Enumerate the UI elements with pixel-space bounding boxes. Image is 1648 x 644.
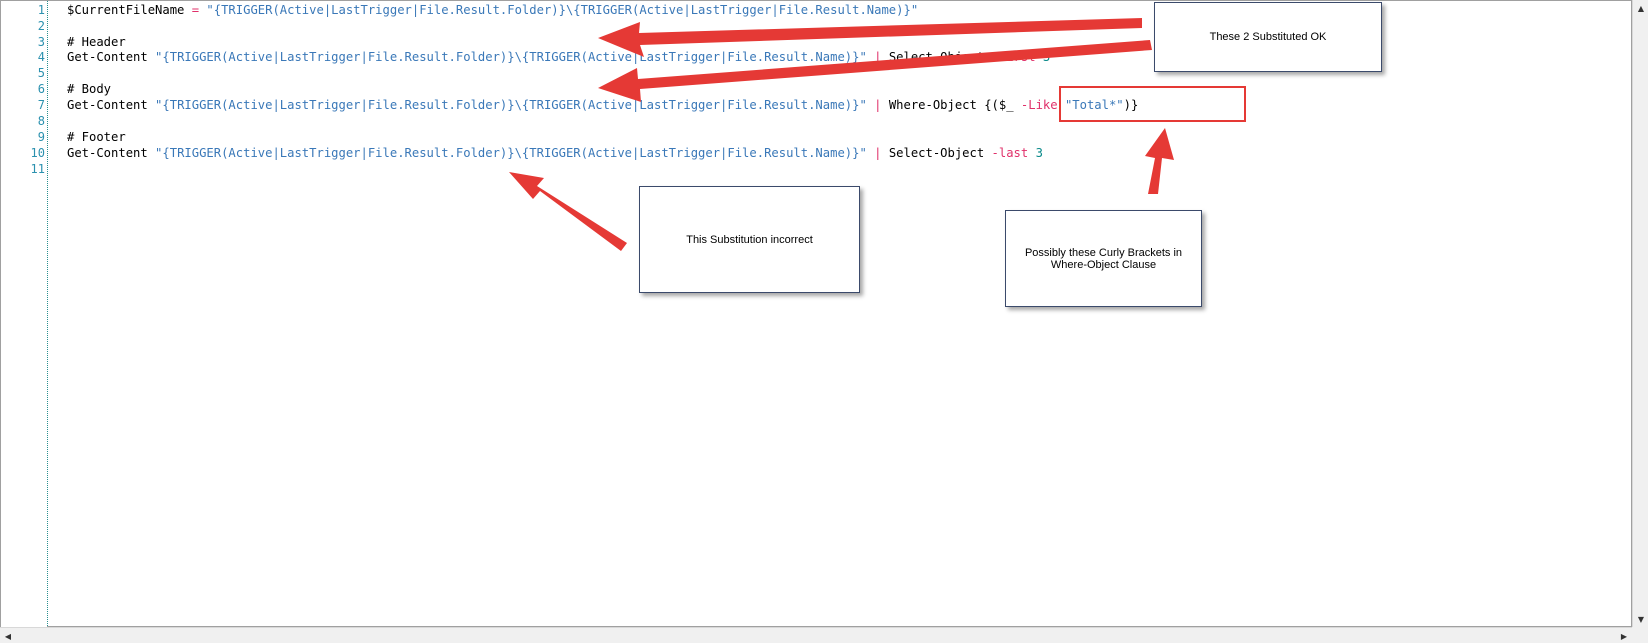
gutter-divider	[47, 1, 48, 627]
line-number: 10	[30, 146, 45, 160]
pipe-token: |	[866, 98, 889, 112]
callout-ok: These 2 Substituted OK	[1154, 2, 1382, 72]
cmdlet-token: Where-Object	[888, 98, 977, 112]
line-number: 11	[30, 162, 45, 176]
code-line-9[interactable]: # Footer	[67, 129, 126, 145]
number-token: 3	[1035, 146, 1043, 160]
cmdlet-token: Select-Object	[888, 50, 985, 64]
callout-incorrect: This Substitution incorrect	[639, 186, 860, 293]
vertical-scrollbar[interactable]: ▲ ▼	[1632, 0, 1648, 627]
parameter-token: -last	[984, 146, 1036, 160]
cmdlet-token: Select-Object	[888, 146, 985, 160]
string-token: "{TRIGGER(Active|LastTrigger|File.Result…	[147, 98, 867, 112]
code-line-10[interactable]: Get-Content "{TRIGGER(Active|LastTrigger…	[67, 145, 1043, 161]
parameter-token: -Like	[1020, 98, 1058, 112]
line-number: 2	[37, 19, 45, 33]
code-line-6[interactable]: # Body	[67, 81, 111, 97]
code-token: {($_	[976, 98, 1021, 112]
line-number-gutter: 1 2 3 4 5 6 7 8 9 10 11	[1, 1, 47, 627]
cmdlet-token: Get-Content	[67, 146, 148, 160]
horizontal-scrollbar[interactable]: ◀ ▶	[0, 627, 1632, 643]
comment-token: # Body	[67, 82, 112, 96]
parameter-token: -first	[984, 50, 1043, 64]
code-line-1[interactable]: $CurrentFileName = "{TRIGGER(Active|Last…	[67, 2, 918, 18]
scrollbar-corner	[1632, 627, 1648, 643]
line-number: 7	[37, 98, 45, 112]
line-number: 4	[37, 50, 45, 64]
line-number: 3	[37, 35, 45, 49]
code-line-7[interactable]: Get-Content "{TRIGGER(Active|LastTrigger…	[67, 97, 1138, 113]
scroll-left-icon[interactable]: ◀	[0, 628, 16, 644]
code-editor[interactable]: 1 2 3 4 5 6 7 8 9 10 11 $CurrentFileName…	[0, 0, 1632, 627]
variable-token: $CurrentFileName	[67, 3, 185, 17]
scroll-down-icon[interactable]: ▼	[1633, 611, 1648, 627]
pipe-token: |	[866, 146, 889, 160]
comment-token: # Header	[67, 35, 126, 49]
pipe-token: |	[866, 50, 889, 64]
line-number: 9	[37, 130, 45, 144]
string-token: "{TRIGGER(Active|LastTrigger|File.Result…	[147, 146, 867, 160]
line-number: 5	[37, 66, 45, 80]
line-number: 8	[37, 114, 45, 128]
number-token: 3	[1042, 50, 1051, 64]
callout-brackets: Possibly these Curly Brackets in Where-O…	[1005, 210, 1202, 307]
cmdlet-token: Get-Content	[67, 98, 148, 112]
comment-token: # Footer	[67, 130, 126, 144]
highlight-box	[1059, 86, 1246, 122]
line-number: 1	[37, 3, 45, 17]
operator-token: =	[184, 3, 207, 17]
code-line-4[interactable]: Get-Content "{TRIGGER(Active|LastTrigger…	[67, 49, 1050, 65]
string-token: "{TRIGGER(Active|LastTrigger|File.Result…	[206, 3, 919, 17]
code-line-3[interactable]: # Header	[67, 34, 126, 50]
string-token: "{TRIGGER(Active|LastTrigger|File.Result…	[147, 50, 867, 64]
scroll-up-icon[interactable]: ▲	[1633, 0, 1648, 16]
line-number: 6	[37, 82, 45, 96]
cmdlet-token: Get-Content	[67, 50, 148, 64]
scroll-right-icon[interactable]: ▶	[1616, 628, 1632, 644]
